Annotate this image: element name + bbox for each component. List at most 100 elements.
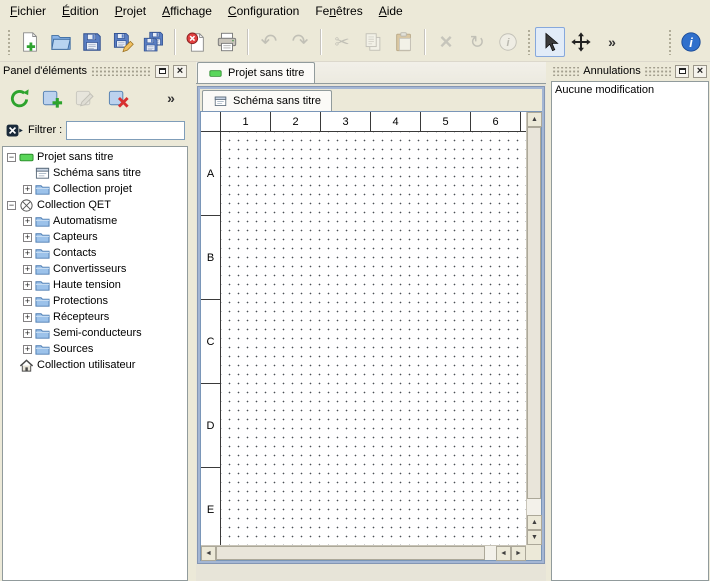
undo-panel-title: Annulations <box>583 65 641 77</box>
open-file-button[interactable] <box>46 27 76 57</box>
select-mode-button[interactable] <box>535 27 565 57</box>
menu-configuration[interactable]: Configuration <box>220 0 307 22</box>
scroll-up-button[interactable]: ▲ <box>527 112 542 127</box>
cut-button: ✂ <box>327 27 357 57</box>
tree-item-schema-sans-titre[interactable]: Schéma sans titre <box>3 165 187 181</box>
tree-item-recepteurs[interactable]: +Récepteurs <box>3 309 187 325</box>
tab-projet-sans-titre[interactable]: Projet sans titre <box>197 62 315 83</box>
expand-expander[interactable]: + <box>23 297 32 306</box>
ruler-row-a: A <box>201 132 220 216</box>
tree-item-projet-sans-titre[interactable]: −Projet sans titre <box>3 149 187 165</box>
rotate-icon: ↻ <box>466 31 488 53</box>
tree-item-haute-tension[interactable]: +Haute tension <box>3 277 187 293</box>
about-button[interactable]: i <box>676 27 706 57</box>
tree-item-contacts[interactable]: +Contacts <box>3 245 187 261</box>
horizontal-scrollbar[interactable]: ◄ ◄ ► <box>201 545 526 560</box>
schema-canvas[interactable] <box>221 132 526 545</box>
expand-expander[interactable]: + <box>23 281 32 290</box>
tree-item-capteurs[interactable]: +Capteurs <box>3 229 187 245</box>
expand-expander[interactable]: + <box>23 249 32 258</box>
new-element-button[interactable] <box>38 84 66 112</box>
tree-item-label: Schéma sans titre <box>53 167 141 179</box>
diagram-subwindow: Schéma sans titre 123456 ▲ ▲ ▼ ABCDE <box>198 87 544 563</box>
close-panel-button[interactable]: × <box>173 65 187 78</box>
undo-icon: ↶ <box>258 31 280 53</box>
expand-expander[interactable]: + <box>23 329 32 338</box>
tree-item-sources[interactable]: +Sources <box>3 341 187 357</box>
scroll-up-button-2[interactable]: ▲ <box>527 515 542 530</box>
save-all-button[interactable] <box>139 27 169 57</box>
main-toolbar: ↶↷✂×↻i»i <box>0 22 710 62</box>
redo-button: ↷ <box>285 27 315 57</box>
expand-expander[interactable]: + <box>23 345 32 354</box>
filter-input[interactable] <box>66 121 185 140</box>
tree-item-semi-conducteurs[interactable]: + Semi-conducteurs <box>3 325 187 341</box>
scroll-down-button[interactable]: ▼ <box>527 530 542 545</box>
save-as-icon <box>112 31 134 53</box>
collapse-expander[interactable]: − <box>7 201 16 210</box>
ruler-columns: 123456 <box>221 112 526 132</box>
float-undo-button[interactable] <box>675 65 689 78</box>
expand-expander[interactable]: + <box>23 265 32 274</box>
vertical-scroll-track[interactable] <box>527 127 541 515</box>
menu-affichage[interactable]: Affichage <box>154 0 220 22</box>
info-blue-icon: i <box>680 31 702 53</box>
cursor-arrow-icon <box>539 31 561 53</box>
panel-overflow-button[interactable]: » <box>157 84 185 112</box>
save-button[interactable] <box>77 27 107 57</box>
toolbar-handle[interactable] <box>667 29 673 55</box>
expand-expander[interactable]: + <box>23 217 32 226</box>
tree-item-label: Automatisme <box>53 215 117 227</box>
new-file-button[interactable] <box>15 27 45 57</box>
menu-bar: FichierÉditionProjetAffichageConfigurati… <box>0 0 710 22</box>
menu-fichier[interactable]: Fichier <box>2 0 54 22</box>
vertical-scroll-thumb[interactable] <box>527 127 541 499</box>
save-as-button[interactable] <box>108 27 138 57</box>
tab-schema-sans-titre[interactable]: Schéma sans titre <box>202 90 332 111</box>
menu-aide[interactable]: Aide <box>371 0 411 22</box>
paste-icon <box>393 31 415 53</box>
paste-button <box>389 27 419 57</box>
dock-grip[interactable] <box>645 67 671 76</box>
menu-projet[interactable]: Projet <box>107 0 154 22</box>
scroll-left-button-2[interactable]: ◄ <box>496 546 511 561</box>
scroll-left-button[interactable]: ◄ <box>201 546 216 561</box>
delete-element-button[interactable] <box>104 84 132 112</box>
clear-filter-button[interactable] <box>5 121 24 140</box>
toolbar-overflow-button[interactable]: » <box>597 27 627 57</box>
tree-item-collection-projet[interactable]: +Collection projet <box>3 181 187 197</box>
scroll-right-button[interactable]: ► <box>511 546 526 561</box>
undo-history-list[interactable]: Aucune modification <box>551 81 709 581</box>
reload-collections-button[interactable] <box>5 84 33 112</box>
horizontal-scroll-thumb[interactable] <box>216 546 485 560</box>
toolbar-handle[interactable] <box>6 29 12 55</box>
tree-item-label: Semi-conducteurs <box>53 327 142 339</box>
vertical-scrollbar[interactable]: ▲ ▲ ▼ <box>526 112 541 545</box>
delete-icon: × <box>435 31 457 53</box>
toolbar-separator <box>247 29 249 55</box>
tree-item-label: Convertisseurs <box>53 263 126 275</box>
tree-item-convertisseurs[interactable]: + Convertisseurs <box>3 261 187 277</box>
ruler-row-b: B <box>201 216 220 300</box>
elements-tree[interactable]: −Projet sans titreSchéma sans titre+Coll… <box>2 146 188 581</box>
tree-item-protections[interactable]: +Protections <box>3 293 187 309</box>
toolbar-handle[interactable] <box>526 29 532 55</box>
dock-grip[interactable] <box>553 67 579 76</box>
horizontal-scroll-track[interactable] <box>216 546 496 560</box>
undo-button: ↶ <box>254 27 284 57</box>
expand-expander[interactable]: + <box>23 185 32 194</box>
dock-grip[interactable] <box>91 67 151 76</box>
tree-item-automatisme[interactable]: + Automatisme <box>3 213 187 229</box>
move-mode-button[interactable] <box>566 27 596 57</box>
expand-expander[interactable]: + <box>23 313 32 322</box>
expand-expander[interactable]: + <box>23 233 32 242</box>
tree-item-collection-utilisateur[interactable]: Collection utilisateur <box>3 357 187 373</box>
collapse-expander[interactable]: − <box>7 153 16 162</box>
tree-item-collection-qet[interactable]: −Collection QET <box>3 197 187 213</box>
menu-fenetres[interactable]: Fenêtres <box>307 0 370 22</box>
menu-edition[interactable]: Édition <box>54 0 107 22</box>
float-panel-button[interactable] <box>155 65 169 78</box>
print-button[interactable] <box>212 27 242 57</box>
close-undo-button[interactable]: × <box>693 65 707 78</box>
close-project-button[interactable] <box>181 27 211 57</box>
